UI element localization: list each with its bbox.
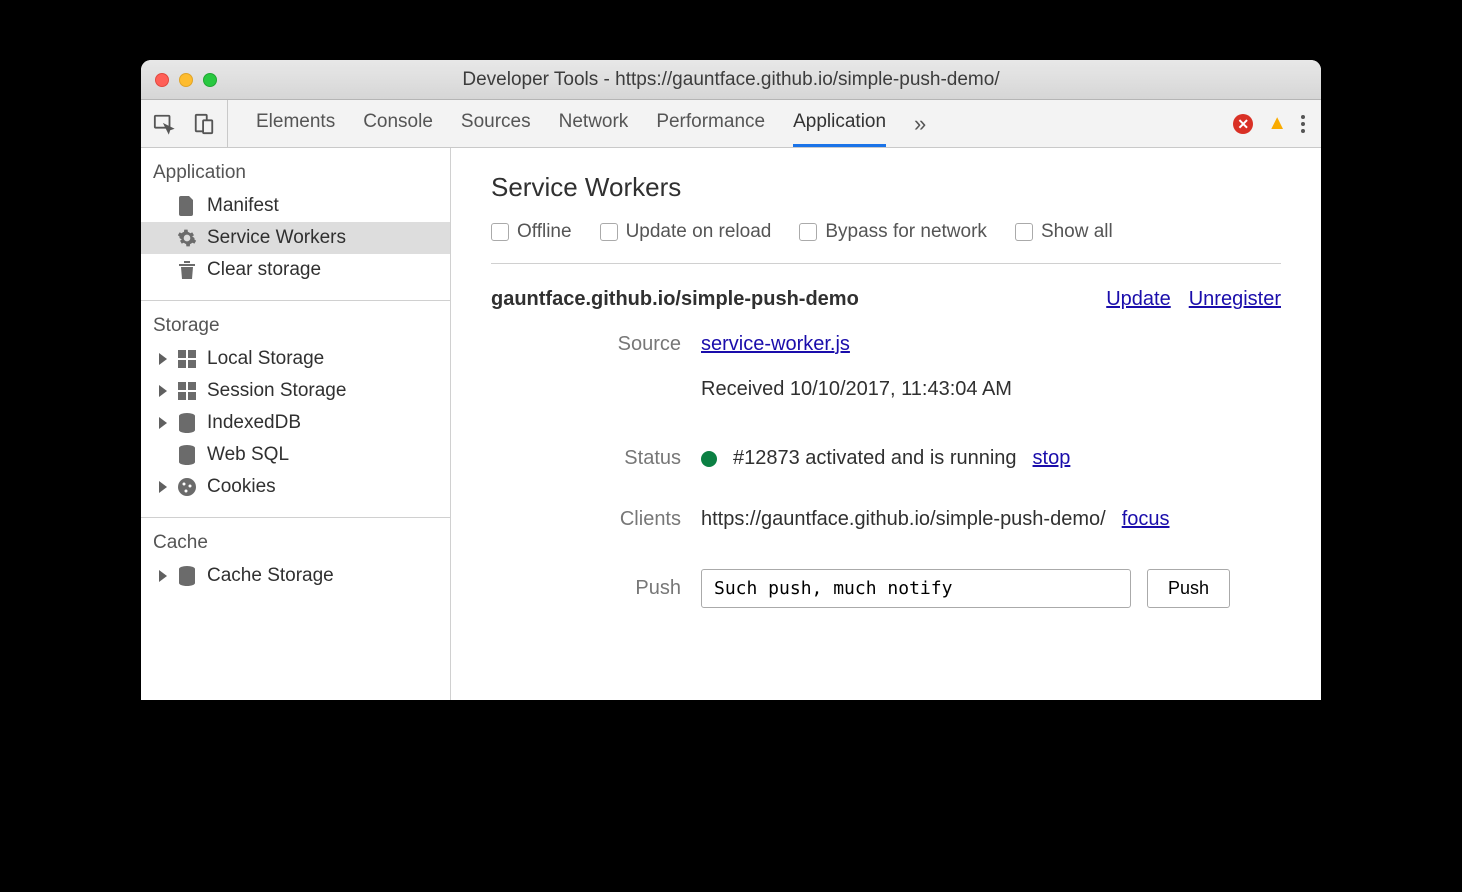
- tabs-overflow-button[interactable]: »: [914, 100, 926, 147]
- sidebar-item-local-storage[interactable]: Local Storage: [141, 343, 450, 375]
- sidebar-item-label: Cookies: [207, 476, 276, 498]
- sidebar-item-label: Cache Storage: [207, 565, 334, 587]
- sw-status-text: #12873 activated and is running: [733, 447, 1017, 470]
- database-icon: [177, 413, 197, 433]
- warning-badge-icon[interactable]: ▲: [1267, 112, 1287, 135]
- sidebar-item-service-workers[interactable]: Service Workers: [141, 222, 450, 254]
- cookie-icon: [177, 477, 197, 497]
- window-zoom-button[interactable]: [203, 73, 217, 87]
- devtools-toolbar: Elements Console Sources Network Perform…: [141, 100, 1321, 148]
- label-push: Push: [491, 577, 701, 600]
- sw-client-url: https://gauntface.github.io/simple-push-…: [701, 508, 1106, 531]
- expand-triangle-icon: [159, 417, 167, 429]
- label-source: Source: [491, 333, 701, 356]
- sidebar-item-websql[interactable]: Web SQL: [141, 439, 450, 471]
- traffic-lights: [155, 73, 217, 87]
- sw-origin-name: gauntface.github.io/simple-push-demo: [491, 288, 859, 311]
- check-label: Update on reload: [626, 221, 772, 243]
- sw-origin-row: gauntface.github.io/simple-push-demo Upd…: [491, 288, 1281, 311]
- trash-icon: [177, 260, 197, 280]
- sidebar-item-label: Web SQL: [207, 444, 289, 466]
- sidebar-item-indexeddb[interactable]: IndexedDB: [141, 407, 450, 439]
- sw-received-text: Received 10/10/2017, 11:43:04 AM: [701, 378, 1012, 401]
- settings-menu-button[interactable]: [1301, 115, 1305, 133]
- check-bypass-network[interactable]: Bypass for network: [799, 221, 987, 243]
- panel-title: Service Workers: [491, 172, 1281, 203]
- expand-triangle-icon: [159, 353, 167, 365]
- check-label: Bypass for network: [825, 221, 987, 243]
- check-offline[interactable]: Offline: [491, 221, 572, 243]
- devtools-window: Developer Tools - https://gauntface.gith…: [141, 60, 1321, 700]
- sidebar-item-label: Service Workers: [207, 227, 346, 249]
- window-close-button[interactable]: [155, 73, 169, 87]
- checkbox-icon: [491, 223, 509, 241]
- checkbox-icon: [799, 223, 817, 241]
- checkbox-icon: [600, 223, 618, 241]
- sw-update-link[interactable]: Update: [1106, 288, 1171, 311]
- gear-icon: [177, 228, 197, 248]
- tab-console[interactable]: Console: [363, 100, 433, 147]
- grid-icon: [177, 349, 197, 369]
- device-toolbar-icon[interactable]: [193, 113, 215, 135]
- sidebar-item-session-storage[interactable]: Session Storage: [141, 375, 450, 407]
- tab-network[interactable]: Network: [559, 100, 629, 147]
- file-icon: [177, 196, 197, 216]
- tab-application[interactable]: Application: [793, 100, 886, 147]
- expand-triangle-icon: [159, 481, 167, 493]
- sidebar-item-manifest[interactable]: Manifest: [141, 190, 450, 222]
- checkbox-icon: [1015, 223, 1033, 241]
- check-update-on-reload[interactable]: Update on reload: [600, 221, 772, 243]
- window-title: Developer Tools - https://gauntface.gith…: [462, 69, 999, 91]
- check-label: Show all: [1041, 221, 1113, 243]
- sidebar-heading-storage: Storage: [141, 311, 450, 343]
- push-button[interactable]: Push: [1147, 569, 1230, 608]
- sidebar-item-label: Local Storage: [207, 348, 324, 370]
- expand-triangle-icon: [159, 385, 167, 397]
- sw-options-row: Offline Update on reload Bypass for netw…: [491, 221, 1281, 264]
- status-dot-icon: [701, 451, 717, 467]
- label-status: Status: [491, 447, 701, 470]
- sw-unregister-link[interactable]: Unregister: [1189, 288, 1281, 311]
- panel-tabs: Elements Console Sources Network Perform…: [228, 100, 954, 147]
- check-show-all[interactable]: Show all: [1015, 221, 1113, 243]
- titlebar: Developer Tools - https://gauntface.gith…: [141, 60, 1321, 100]
- database-icon: [177, 445, 197, 465]
- tab-elements[interactable]: Elements: [256, 100, 335, 147]
- push-payload-input[interactable]: [701, 569, 1131, 608]
- tab-performance[interactable]: Performance: [656, 100, 765, 147]
- sw-source-link[interactable]: service-worker.js: [701, 333, 850, 356]
- database-icon: [177, 566, 197, 586]
- label-clients: Clients: [491, 508, 701, 531]
- window-minimize-button[interactable]: [179, 73, 193, 87]
- service-workers-panel: Service Workers Offline Update on reload…: [451, 148, 1321, 700]
- sidebar-heading-cache: Cache: [141, 528, 450, 560]
- check-label: Offline: [517, 221, 572, 243]
- sw-stop-link[interactable]: stop: [1033, 447, 1071, 470]
- sidebar-item-label: Session Storage: [207, 380, 346, 402]
- sidebar-item-label: IndexedDB: [207, 412, 301, 434]
- sw-details-grid: Source service-worker.js Received 10/10/…: [491, 333, 1281, 608]
- inspect-element-icon[interactable]: [153, 113, 175, 135]
- grid-icon: [177, 381, 197, 401]
- error-badge-icon[interactable]: ✕: [1233, 114, 1253, 134]
- sidebar-item-cookies[interactable]: Cookies: [141, 471, 450, 503]
- sidebar-item-cache-storage[interactable]: Cache Storage: [141, 560, 450, 592]
- application-sidebar: Application Manifest Service Workers: [141, 148, 451, 700]
- expand-triangle-icon: [159, 570, 167, 582]
- sidebar-item-label: Manifest: [207, 195, 279, 217]
- sidebar-heading-application: Application: [141, 158, 450, 190]
- sw-focus-link[interactable]: focus: [1122, 508, 1170, 531]
- tab-sources[interactable]: Sources: [461, 100, 531, 147]
- sidebar-item-clear-storage[interactable]: Clear storage: [141, 254, 450, 286]
- sidebar-item-label: Clear storage: [207, 259, 321, 281]
